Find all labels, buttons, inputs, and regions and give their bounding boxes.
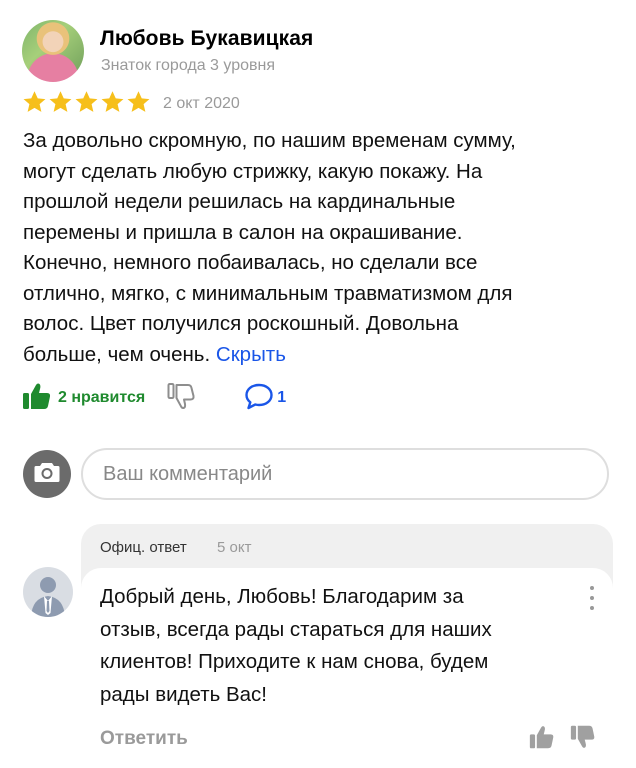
reply-line: отзыв, всегда рады стараться для наших <box>100 617 492 641</box>
review-line-last: больше, чем очень. Скрыть <box>23 340 623 371</box>
review-line: Конечно, немного побаивалась, но сделали… <box>23 251 478 274</box>
reply-line: рады видеть Вас! <box>100 682 268 706</box>
like-count: 2 нравится <box>58 389 146 406</box>
reply-line: Добрый день, Любовь! Благодарим за <box>100 585 464 608</box>
star-icon <box>74 90 99 115</box>
author-name[interactable]: Любовь Букавицкая <box>100 27 313 51</box>
review-line: могут сделать любую стрижку, какую покаж… <box>23 159 483 183</box>
review-line-end: больше, чем очень. <box>23 342 211 366</box>
like-button[interactable]: 2 нравится <box>22 381 145 416</box>
star-icon <box>100 90 125 115</box>
review-actions: 2 нравится 1 <box>22 381 286 415</box>
rating-stars <box>22 90 151 115</box>
comment-input[interactable] <box>81 448 609 500</box>
thumbs-down-icon <box>167 381 197 416</box>
hide-review-link[interactable]: Скрыть <box>216 343 286 366</box>
more-options-button[interactable] <box>586 586 598 610</box>
review-line: перемены и пришла в салон на окрашивание… <box>23 220 463 244</box>
camera-icon <box>34 461 60 488</box>
review-text: За довольно скромную, по нашим временам … <box>23 126 623 370</box>
reply-dislike-button[interactable] <box>570 724 596 755</box>
official-reply-bubble: Добрый день, Любовь! Благодарим за отзыв… <box>81 568 613 768</box>
comment-count: 1 <box>277 389 287 406</box>
more-dot <box>590 596 594 600</box>
attach-photo-button[interactable] <box>23 450 71 498</box>
business-person-icon <box>31 577 65 617</box>
official-reply-date: 5 окт <box>217 539 252 556</box>
star-icon <box>48 90 73 115</box>
star-icon <box>22 90 47 115</box>
dislike-button[interactable] <box>167 381 197 416</box>
more-dot <box>590 606 594 610</box>
official-reply-text: Добрый день, Любовь! Благодарим за отзыв… <box>100 581 560 711</box>
owner-avatar[interactable] <box>23 567 73 617</box>
review-line: За довольно скромную, по нашим временам … <box>23 129 516 152</box>
official-reply-label: Офиц. ответ <box>100 539 187 556</box>
author-level: Знаток города 3 уровня <box>101 57 276 74</box>
review-date: 2 окт 2020 <box>163 95 240 112</box>
comments-button[interactable]: 1 <box>243 381 286 416</box>
more-dot <box>590 586 594 590</box>
thumbs-up-icon <box>22 381 52 416</box>
star-icon <box>126 90 151 115</box>
reply-button[interactable]: Ответить <box>100 728 188 750</box>
reply-line: клиентов! Приходите к нам снова, будем <box>100 650 489 673</box>
review-line: волос. Цвет получился роскошный. Довольн… <box>23 312 459 335</box>
thumbs-down-icon <box>570 725 595 748</box>
reply-like-button[interactable] <box>529 724 555 755</box>
review-line: отлично, мягко, с минимальным травматизм… <box>23 281 513 305</box>
comment-bubble-icon <box>243 381 275 416</box>
thumbs-up-icon <box>529 726 554 749</box>
author-avatar[interactable] <box>22 20 84 82</box>
review-line: прошлой недели решилась на кардинальные <box>23 190 456 213</box>
owner-reply-card: Офиц. ответ 5 окт Добрый день, Любовь! Б… <box>81 524 613 768</box>
